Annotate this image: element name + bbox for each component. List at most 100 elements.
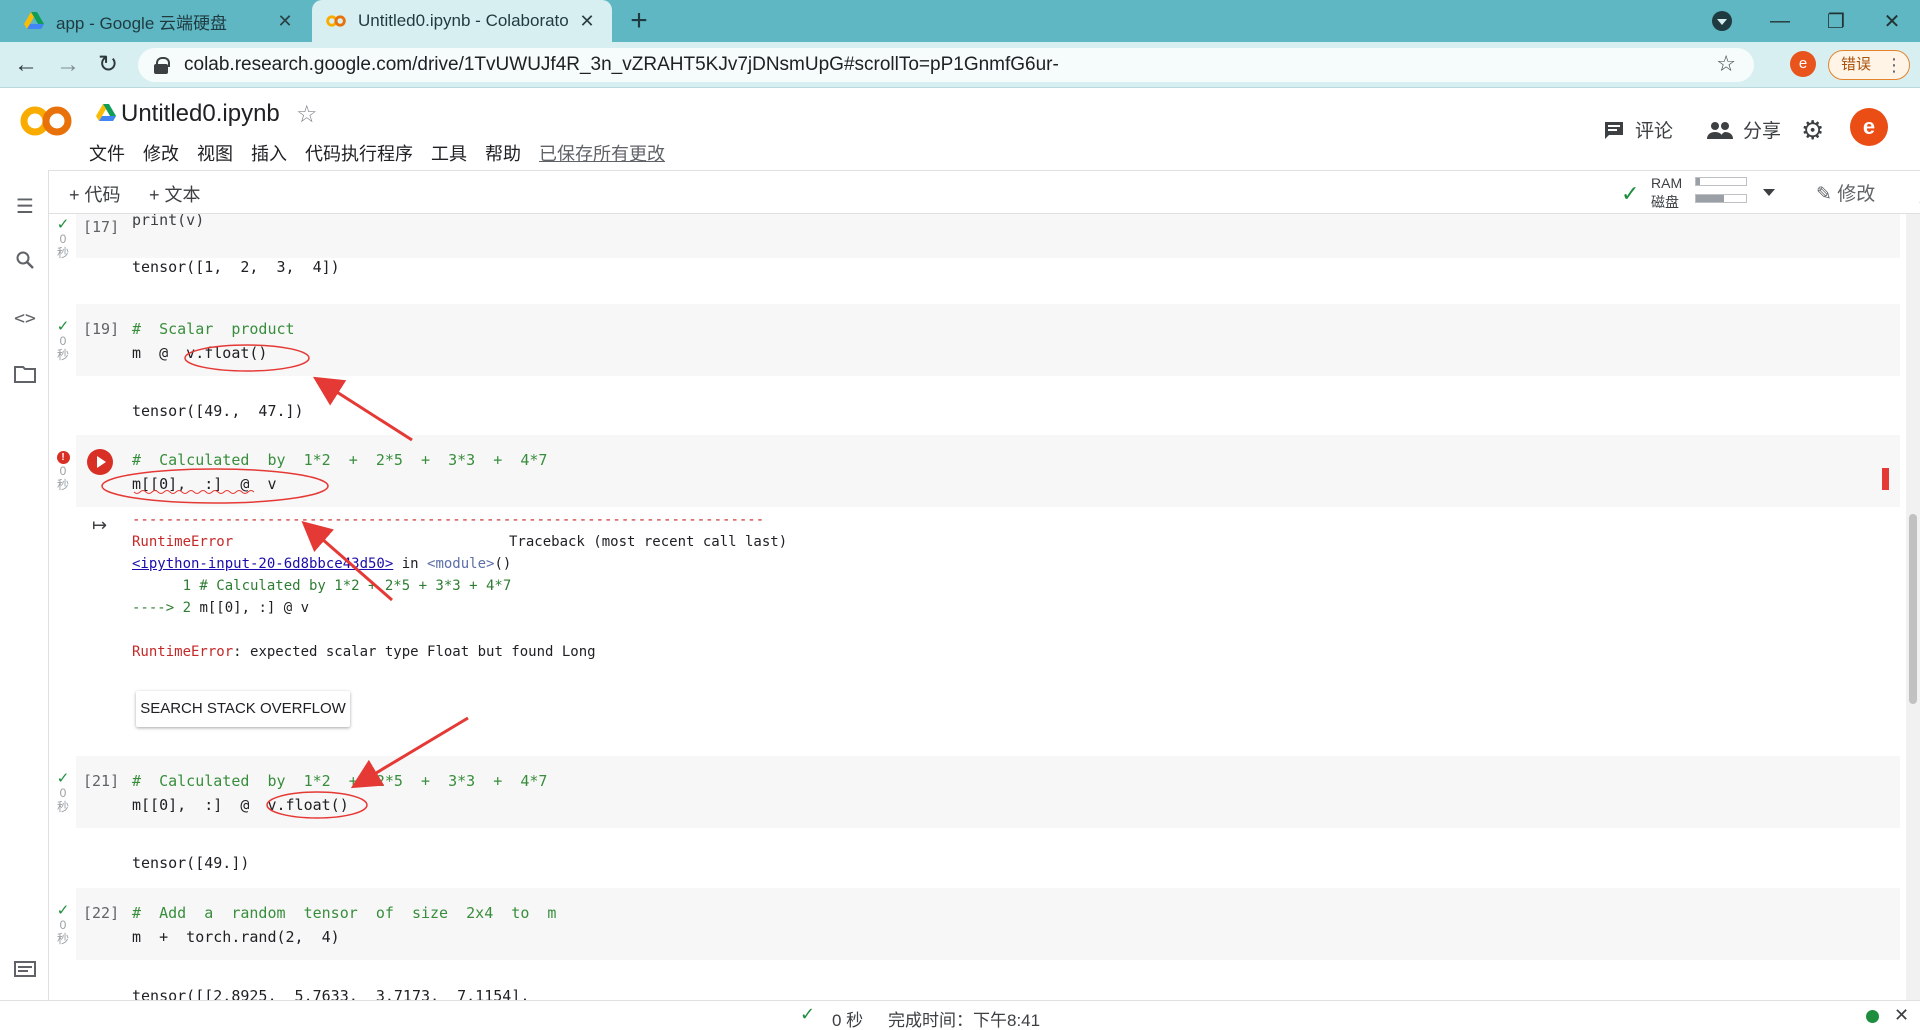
colab-icon	[326, 15, 346, 27]
exec-count: [22]	[83, 904, 120, 922]
menu-runtime[interactable]: 代码执行程序	[305, 140, 413, 166]
close-icon[interactable]: ✕	[1894, 1005, 1909, 1026]
google-drive-icon	[24, 12, 44, 29]
search-stack-overflow-button[interactable]: SEARCH STACK OVERFLOW	[136, 691, 350, 727]
traceback-code: m[[0], :] @ v	[199, 600, 310, 616]
menu-bar: 文件 修改 视图 插入 代码执行程序 工具 帮助 已保存所有更改	[89, 140, 683, 166]
error-type: RuntimeError	[132, 644, 234, 660]
notebook-title[interactable]: Untitled0.ipynb	[121, 100, 280, 128]
code-cell[interactable]: ✓ 0 秒 [17] print(v) tensor([1, 2, 3, 4])	[50, 214, 1900, 286]
add-code-button[interactable]: + 代码	[69, 181, 121, 207]
error-text: : expected scalar type Float but found L…	[233, 644, 596, 660]
forward-icon[interactable]: →	[52, 50, 84, 80]
share-button[interactable]: 分享	[1707, 116, 1781, 143]
exec-count: [21]	[83, 772, 120, 790]
profile-avatar[interactable]: e	[1790, 51, 1816, 77]
code-comment: # Scalar product	[132, 320, 295, 338]
status-bar: ✓ 0 秒 完成时间：下午8:41 ✕	[0, 1000, 1920, 1030]
code-snippets-icon[interactable]: <>	[12, 306, 38, 332]
exec-unit: 秒	[56, 932, 69, 946]
lock-icon[interactable]	[154, 57, 170, 74]
back-icon[interactable]: ←	[10, 50, 42, 80]
run-cell-button[interactable]	[87, 449, 113, 475]
close-tab-icon[interactable]: ✕	[274, 10, 296, 32]
scrollbar-thumb[interactable]	[1909, 514, 1917, 704]
exec-status: ! 0 秒	[55, 449, 71, 492]
people-icon	[1707, 121, 1733, 139]
menu-insert[interactable]: 插入	[251, 140, 287, 166]
new-tab-button[interactable]: +	[622, 4, 656, 38]
edit-button[interactable]: ✎ 修改	[1816, 179, 1875, 206]
cell-output: tensor([49., 47.])	[132, 402, 304, 420]
code-comment: # Calculated by 1*2 + 2*5 + 3*3 + 4*7	[132, 772, 548, 790]
tab-search-icon[interactable]	[1712, 11, 1732, 31]
error-message: RuntimeError: expected scalar type Float…	[132, 641, 596, 663]
cell-source[interactable]	[76, 214, 1900, 258]
browser-tab-colab[interactable]: Untitled0.ipynb - Colaboratory ✕	[312, 0, 612, 42]
exec-unit: 秒	[56, 246, 69, 260]
close-window-icon[interactable]: ✕	[1864, 0, 1920, 42]
menu-view[interactable]: 视图	[197, 140, 233, 166]
output-menu-icon[interactable]: ↦	[92, 515, 107, 536]
traceback-line-2: ----> 2 m[[0], :] @ v	[132, 597, 309, 619]
url-field[interactable]: colab.research.google.com/drive/1TvUWUJf…	[138, 48, 1754, 82]
notebook-toolbar: + 代码 + 文本 ✓ RAM 磁盘 ✎ 修改 ︿	[49, 170, 1920, 214]
menu-file[interactable]: 文件	[89, 140, 125, 166]
error-badge[interactable]: 错误	[1828, 50, 1910, 80]
ipython-input-link[interactable]: <ipython-input-20-6d8bbce43d50>	[132, 556, 393, 572]
menu-tools[interactable]: 工具	[431, 140, 467, 166]
restore-icon[interactable]: ❐	[1808, 0, 1864, 42]
browser-tab-drive[interactable]: app - Google 云端硬盘 ✕	[0, 0, 310, 42]
module-paren: ()	[494, 556, 512, 572]
browser-tab-bar: app - Google 云端硬盘 ✕ Untitled0.ipynb - Co…	[0, 0, 1920, 42]
pencil-icon: ✎	[1816, 184, 1832, 205]
edit-label: 修改	[1837, 184, 1876, 205]
menu-edit[interactable]: 修改	[143, 140, 179, 166]
minimize-icon[interactable]: —	[1752, 0, 1808, 42]
reload-icon[interactable]: ↻	[92, 50, 124, 80]
exec-time: 0	[59, 464, 67, 478]
exec-status: ✓ 0 秒	[55, 217, 71, 260]
exec-status: ✓ 0 秒	[55, 903, 71, 946]
user-avatar[interactable]: e	[1850, 108, 1888, 146]
error-name: RuntimeError	[132, 534, 234, 550]
star-icon[interactable]: ☆	[296, 100, 318, 129]
ram-label: RAM	[1651, 175, 1683, 191]
exec-status: ✓ 0 秒	[55, 771, 71, 814]
comment-button[interactable]: 评论	[1603, 116, 1673, 143]
success-check-icon: ✓	[800, 1004, 816, 1024]
exec-duration: 0 秒	[832, 1011, 864, 1030]
module-name: <module>	[427, 556, 495, 572]
scrollbar[interactable]	[1906, 214, 1920, 1000]
exec-time: 0	[59, 918, 67, 932]
exec-unit: 秒	[56, 800, 69, 814]
cell-source[interactable]	[76, 304, 1900, 376]
gear-icon[interactable]: ⚙	[1801, 115, 1824, 146]
google-drive-icon[interactable]	[96, 104, 116, 122]
code-cell[interactable]: ✓ 0 秒 [19] # Scalar product m @ v.float(…	[50, 304, 1900, 424]
code-cell-error[interactable]: ! 0 秒 # Calculated by 1*2 + 2*5 + 3*3 + …	[50, 435, 1900, 735]
resource-monitor[interactable]: ✓ RAM 磁盘	[1621, 171, 1751, 213]
disk-meter	[1695, 194, 1747, 203]
comment-label: 评论	[1635, 121, 1674, 142]
completion-time: 完成时间：下午8:41	[888, 1011, 1041, 1030]
exec-time: 0	[59, 232, 67, 246]
exec-unit: 秒	[56, 348, 69, 362]
folder-icon[interactable]	[12, 364, 38, 390]
terminal-icon[interactable]	[12, 958, 38, 984]
save-status[interactable]: 已保存所有更改	[539, 140, 665, 166]
table-of-contents-icon[interactable]: ☰	[12, 194, 38, 220]
traceback-line-1: 1 # Calculated by 1*2 + 2*5 + 3*3 + 4*7	[132, 578, 512, 594]
code-cell[interactable]: ✓ 0 秒 [21] # Calculated by 1*2 + 2*5 + 3…	[50, 756, 1900, 876]
add-text-button[interactable]: + 文本	[149, 181, 201, 207]
close-tab-icon[interactable]: ✕	[576, 10, 598, 32]
exec-status: ✓ 0 秒	[55, 319, 71, 362]
code-cell[interactable]: ✓ 0 秒 [22] # Add a random tensor of size…	[50, 888, 1900, 1000]
chevron-down-icon[interactable]	[1763, 189, 1775, 196]
menu-help[interactable]: 帮助	[485, 140, 521, 166]
tab-title: app - Google 云端硬盘	[56, 13, 228, 33]
search-icon[interactable]	[12, 250, 38, 276]
notebook-area: ✓ 0 秒 [17] print(v) tensor([1, 2, 3, 4])…	[50, 214, 1906, 1000]
bookmark-star-icon[interactable]: ☆	[1716, 51, 1736, 77]
traceback-header: Traceback (most recent call last)	[509, 534, 788, 550]
